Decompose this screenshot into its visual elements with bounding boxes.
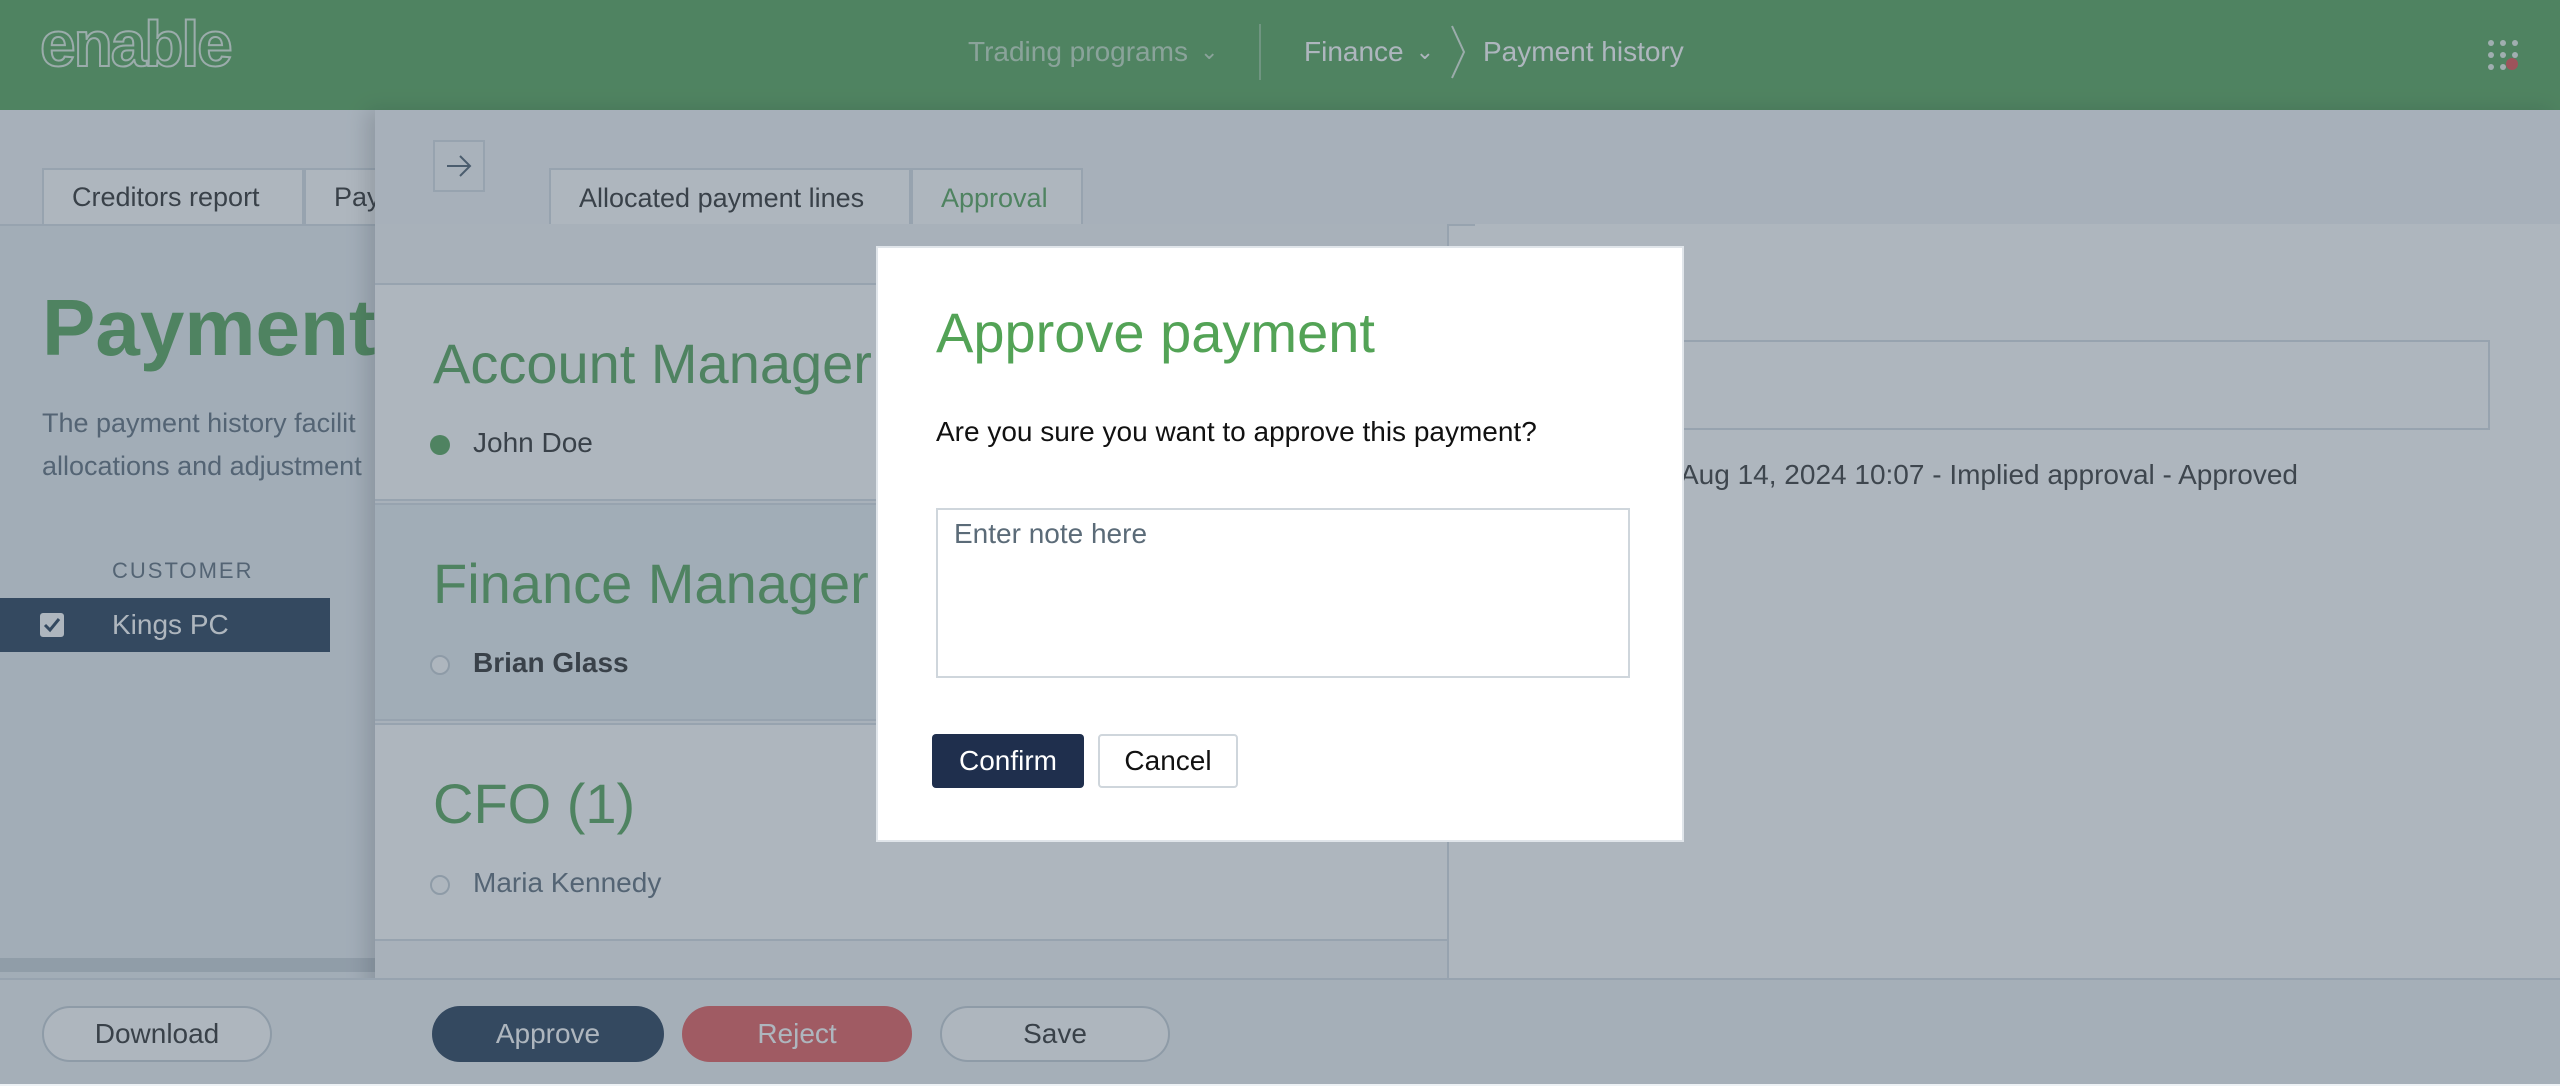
dialog-title: Approve payment — [936, 301, 1375, 364]
confirm-button[interactable]: Confirm — [932, 734, 1084, 788]
cancel-button[interactable]: Cancel — [1098, 734, 1238, 788]
approve-payment-dialog: Approve payment Are you sure you want to… — [876, 246, 1684, 842]
note-textarea[interactable] — [936, 508, 1630, 678]
dialog-question: Are you sure you want to approve this pa… — [936, 416, 1537, 447]
